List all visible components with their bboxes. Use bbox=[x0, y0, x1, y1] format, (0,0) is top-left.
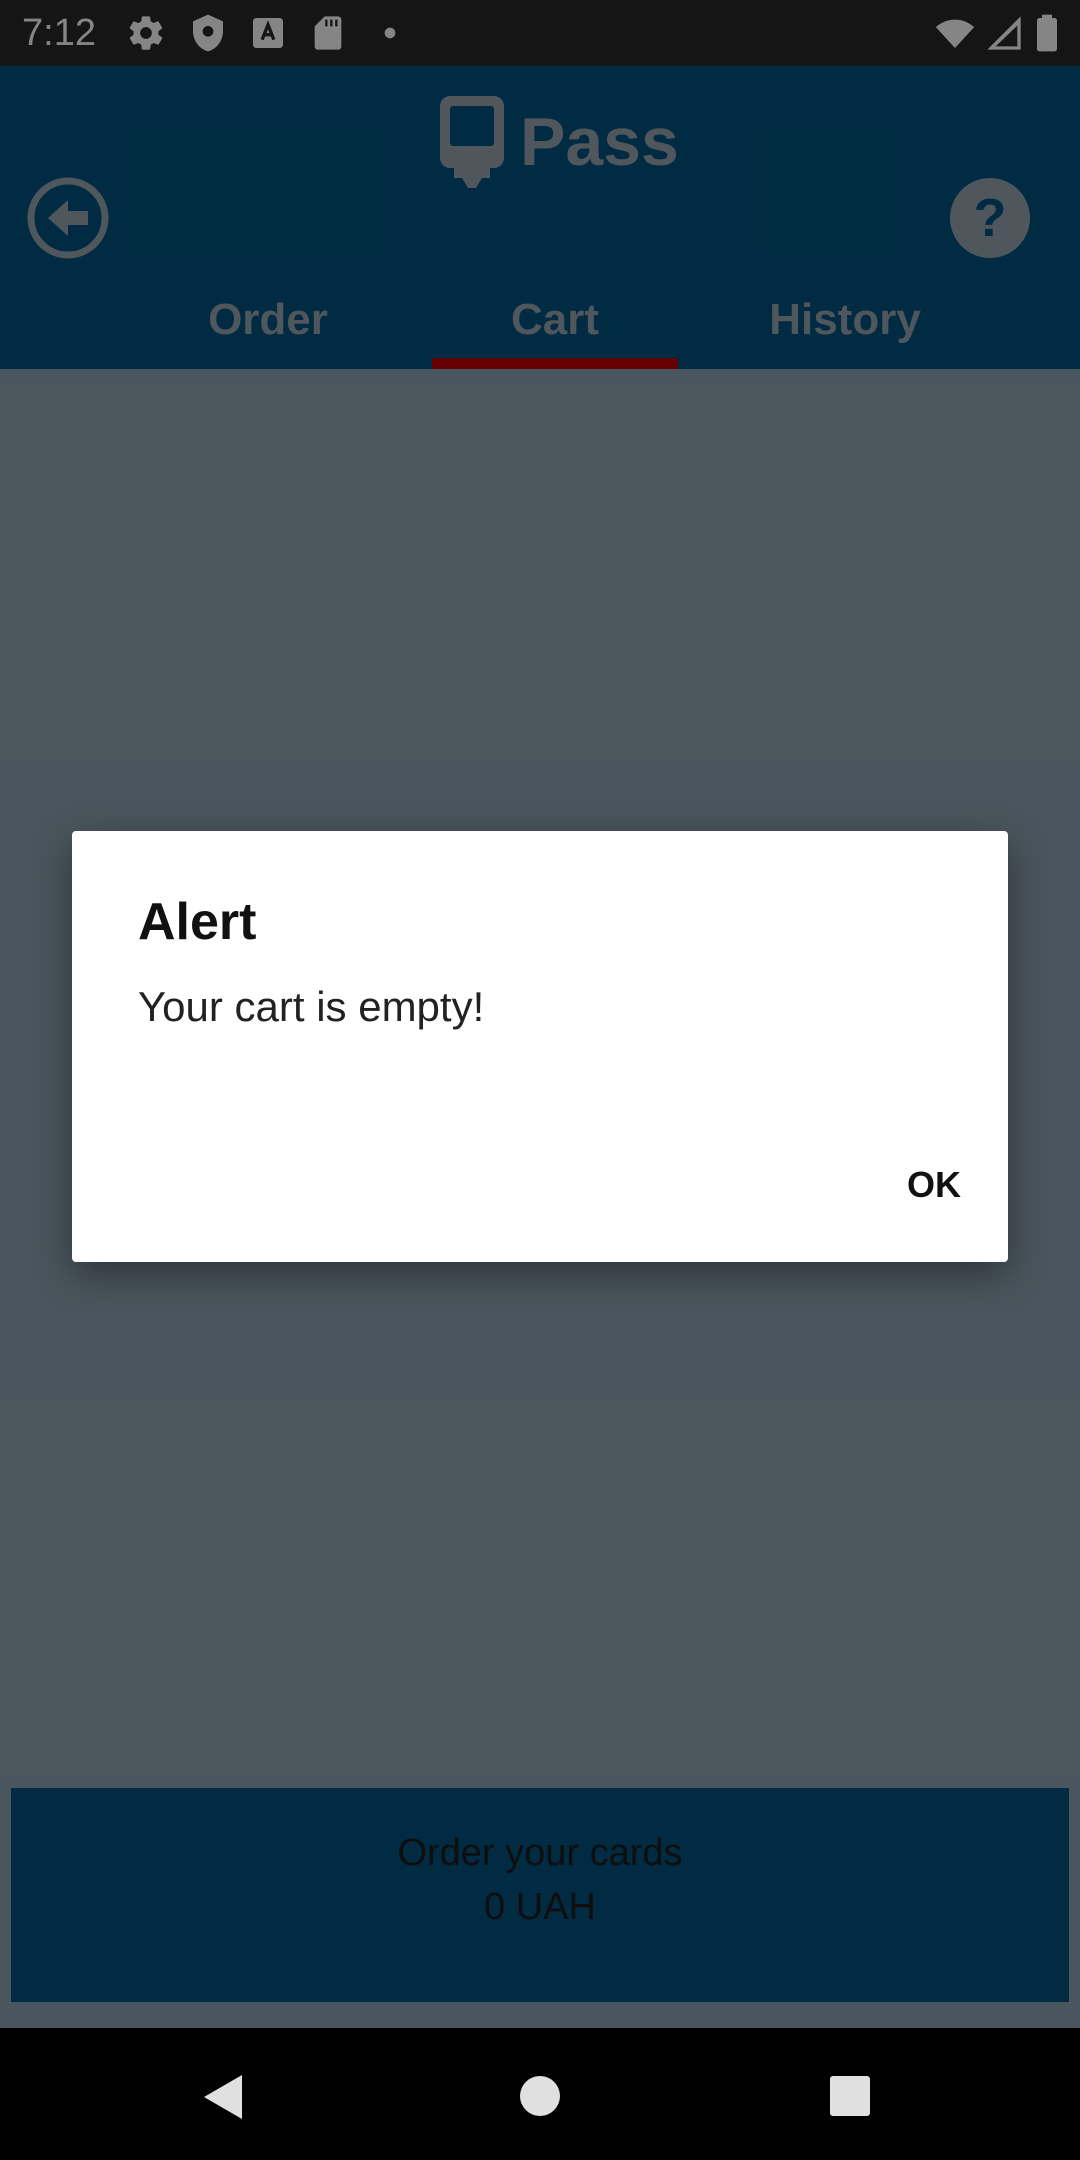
system-nav-bar bbox=[0, 2028, 1080, 2160]
alert-dialog: Alert Your cart is empty! OK bbox=[72, 831, 1008, 1262]
recents-square-icon[interactable] bbox=[828, 2074, 872, 2118]
screen: 7:12 Pass ? Order Cart History Order you… bbox=[0, 0, 1080, 2160]
dialog-title: Alert bbox=[138, 893, 257, 951]
ok-button[interactable]: OK bbox=[884, 1155, 984, 1215]
back-triangle-icon[interactable] bbox=[200, 2072, 246, 2122]
dialog-message: Your cart is empty! bbox=[138, 983, 485, 1030]
home-circle-icon[interactable] bbox=[518, 2074, 562, 2118]
